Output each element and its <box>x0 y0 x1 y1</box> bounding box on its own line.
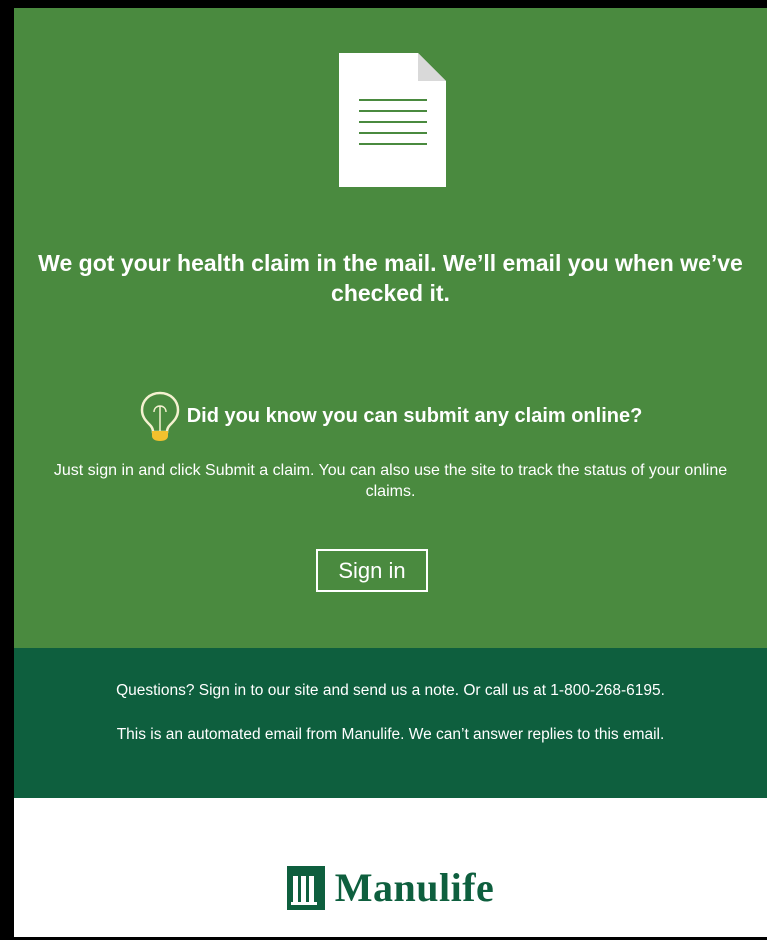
sign-in-button[interactable]: Sign in <box>316 549 428 592</box>
questions-text: Questions? Sign in to our site and send … <box>116 682 665 699</box>
logo-wordmark: Manulife <box>334 865 495 910</box>
manulife-logo: Manulife <box>286 838 495 937</box>
promo-text: Just sign in and click Submit a claim. Y… <box>53 462 728 500</box>
email-frame: We got your health claim in the mail. We… <box>0 0 767 940</box>
promo-title: Did you know you can submit any claim on… <box>186 404 643 427</box>
manulife-logo-mark-icon <box>286 865 325 910</box>
document-icon <box>339 53 446 187</box>
hero-section: We got your health claim in the mail. We… <box>14 8 767 648</box>
promo-heading-row: Did you know you can submit any claim on… <box>14 390 767 442</box>
footer-info: Questions? Sign in to our site and send … <box>14 648 767 798</box>
lightbulb-icon <box>140 391 179 441</box>
email-body: We got your health claim in the mail. We… <box>14 8 767 937</box>
headline: We got your health claim in the mail. We… <box>38 250 743 306</box>
logo-section: Manulife <box>14 798 767 937</box>
automated-email-notice: This is an automated email from Manulife… <box>116 726 665 743</box>
